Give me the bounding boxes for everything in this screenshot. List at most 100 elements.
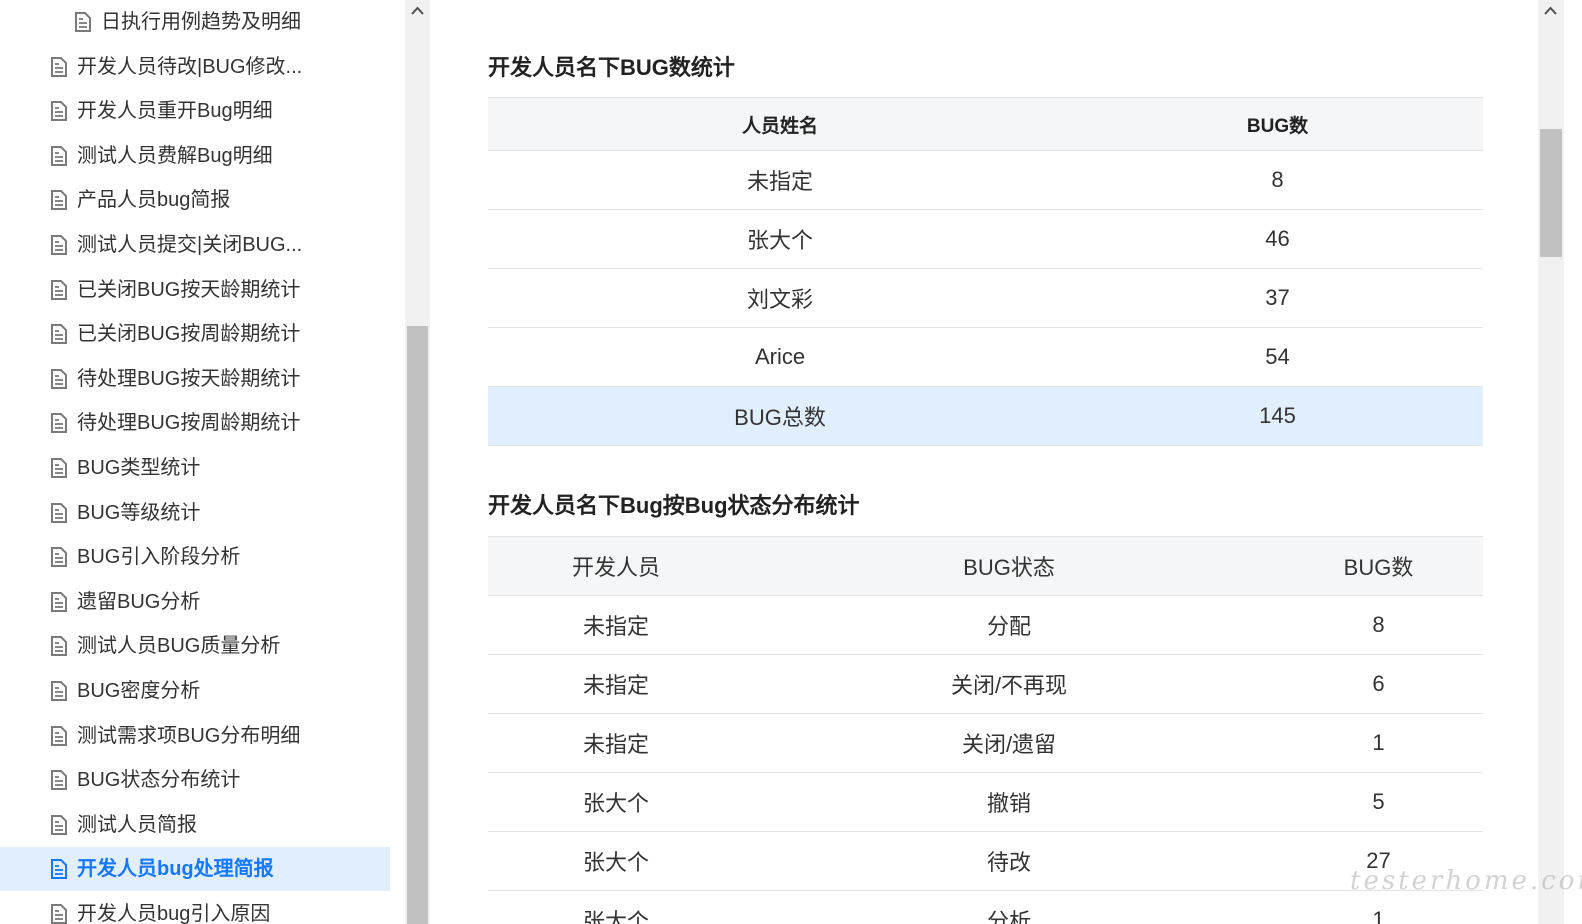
scroll-up-arrow-icon[interactable] <box>1544 6 1557 16</box>
cell-bug-count: 6 <box>1274 654 1483 714</box>
sidebar-item-label: 开发人员待改|BUG修改... <box>77 56 303 78</box>
sidebar-item-label: 开发人员bug引入原因 <box>77 903 271 924</box>
document-icon <box>51 904 67 924</box>
table-row: 张大个 46 <box>488 209 1483 269</box>
document-icon <box>51 636 67 656</box>
cell-name: 刘文彩 <box>488 268 1072 328</box>
cell-bug-count: 5 <box>1274 772 1483 832</box>
document-icon <box>51 547 67 567</box>
document-icon <box>51 146 67 166</box>
sidebar-item-label: 日执行用例趋势及明细 <box>101 11 301 33</box>
sidebar-item[interactable]: 开发人员待改|BUG修改... <box>0 45 390 89</box>
cell-bug-status: 关闭/遗留 <box>744 713 1274 773</box>
sidebar-item[interactable]: 待处理BUG按天龄期统计 <box>0 357 390 401</box>
cell-total-label: BUG总数 <box>488 386 1072 446</box>
main-scrollbar[interactable] <box>1538 0 1564 924</box>
table-row: Arice 54 <box>488 327 1483 387</box>
sidebar-item[interactable]: 测试人员提交|关闭BUG... <box>0 223 390 267</box>
table-row: 未指定 分配 8 <box>488 595 1483 655</box>
sidebar: 日执行用例趋势及明细 开发人员待改|BUG修改... 开发人员重开Bug明细 测试人员… <box>0 0 405 924</box>
sidebar-item-label: BUG等级统计 <box>77 502 201 524</box>
column-header-name: 人员姓名 <box>488 97 1072 151</box>
document-icon <box>51 235 67 255</box>
cell-bug-count: 46 <box>1072 209 1483 269</box>
sidebar-item-label: 待处理BUG按周龄期统计 <box>77 412 301 434</box>
section-title-bug-count: 开发人员名下BUG数统计 <box>488 55 735 80</box>
sidebar-item-label: 已关闭BUG按天龄期统计 <box>77 279 301 301</box>
document-icon <box>51 324 67 344</box>
sidebar-item-label: BUG状态分布统计 <box>77 769 241 791</box>
scroll-up-arrow-icon[interactable] <box>411 6 424 16</box>
sidebar-item[interactable]: 开发人员bug处理简报 <box>0 847 390 891</box>
column-header-developer: 开发人员 <box>488 536 744 596</box>
sidebar-item[interactable]: BUG密度分析 <box>0 669 390 713</box>
sidebar-item-label: 测试人员BUG质量分析 <box>77 635 281 657</box>
sidebar-item-label: BUG密度分析 <box>77 680 201 702</box>
cell-developer: 未指定 <box>488 713 744 773</box>
main-scrollbar-thumb[interactable] <box>1540 129 1562 257</box>
document-icon <box>51 369 67 389</box>
table-total-row: BUG总数 145 <box>488 386 1483 446</box>
cell-developer: 张大个 <box>488 890 744 924</box>
cell-bug-status: 关闭/不再现 <box>744 654 1274 714</box>
document-icon <box>51 770 67 790</box>
cell-bug-count: 8 <box>1072 150 1483 210</box>
table-row: 未指定 关闭/遗留 1 <box>488 713 1483 773</box>
cell-bug-count: 8 <box>1274 595 1483 655</box>
document-icon <box>51 413 67 433</box>
section-title-status-distribution: 开发人员名下Bug按Bug状态分布统计 <box>488 493 860 518</box>
document-icon <box>51 503 67 523</box>
document-icon <box>51 458 67 478</box>
sidebar-item-label: 产品人员bug简报 <box>77 189 231 211</box>
sidebar-item-label: 开发人员bug处理简报 <box>77 858 274 880</box>
table-header-row: 人员姓名 BUG数 <box>488 97 1483 151</box>
document-icon <box>51 859 67 879</box>
table-row: 未指定 8 <box>488 150 1483 210</box>
cell-bug-count: 37 <box>1072 268 1483 328</box>
sidebar-item[interactable]: 测试需求项BUG分布明细 <box>0 714 390 758</box>
sidebar-item[interactable]: BUG状态分布统计 <box>0 758 390 802</box>
document-icon <box>51 592 67 612</box>
cell-developer: 未指定 <box>488 654 744 714</box>
sidebar-scrollbar[interactable] <box>405 0 430 924</box>
sidebar-item[interactable]: 测试人员BUG质量分析 <box>0 624 390 668</box>
cell-bug-status: 分析 <box>744 890 1274 924</box>
sidebar-item[interactable]: 待处理BUG按周龄期统计 <box>0 401 390 445</box>
cell-name: Arice <box>488 327 1072 387</box>
sidebar-item[interactable]: 遗留BUG分析 <box>0 580 390 624</box>
sidebar-item-label: 开发人员重开Bug明细 <box>77 100 273 122</box>
column-header-bug-status: BUG状态 <box>744 536 1274 596</box>
sidebar-item[interactable]: 开发人员重开Bug明细 <box>0 89 390 133</box>
sidebar-item[interactable]: 日执行用例趋势及明细 <box>0 0 390 44</box>
cell-developer: 张大个 <box>488 772 744 832</box>
sidebar-item-label: 已关闭BUG按周龄期统计 <box>77 323 301 345</box>
sidebar-item[interactable]: 产品人员bug简报 <box>0 178 390 222</box>
sidebar-item-label: BUG类型统计 <box>77 457 201 479</box>
sidebar-item-label: 测试需求项BUG分布明细 <box>77 725 301 747</box>
sidebar-scrollbar-thumb[interactable] <box>407 326 428 924</box>
sidebar-item-label: 测试人员费解Bug明细 <box>77 145 273 167</box>
cell-total-value: 145 <box>1072 386 1483 446</box>
table-row: 张大个 待改 27 <box>488 831 1483 891</box>
sidebar-item[interactable]: BUG等级统计 <box>0 491 390 535</box>
cell-bug-status: 撤销 <box>744 772 1274 832</box>
cell-developer: 未指定 <box>488 595 744 655</box>
sidebar-item[interactable]: 开发人员bug引入原因 <box>0 892 390 924</box>
column-header-bug-count: BUG数 <box>1072 97 1483 151</box>
sidebar-item[interactable]: 已关闭BUG按天龄期统计 <box>0 268 390 312</box>
sidebar-item[interactable]: 测试人员费解Bug明细 <box>0 134 390 178</box>
cell-name: 张大个 <box>488 209 1072 269</box>
sidebar-item[interactable]: 已关闭BUG按周龄期统计 <box>0 312 390 356</box>
status-distribution-table: 开发人员 BUG状态 BUG数 未指定 分配 8 未指定 关闭/不再现 6 未指… <box>488 536 1483 924</box>
table-row: 张大个 分析 1 <box>488 890 1483 924</box>
sidebar-item[interactable]: BUG类型统计 <box>0 446 390 490</box>
sidebar-item[interactable]: 测试人员简报 <box>0 803 390 847</box>
cell-bug-status: 待改 <box>744 831 1274 891</box>
table-row: 张大个 撤销 5 <box>488 772 1483 832</box>
table-row: 刘文彩 37 <box>488 268 1483 328</box>
sidebar-item[interactable]: BUG引入阶段分析 <box>0 535 390 579</box>
cell-bug-status: 分配 <box>744 595 1274 655</box>
sidebar-item-label: 测试人员简报 <box>77 814 197 836</box>
sidebar-item-label: BUG引入阶段分析 <box>77 546 241 568</box>
document-icon <box>75 12 91 32</box>
